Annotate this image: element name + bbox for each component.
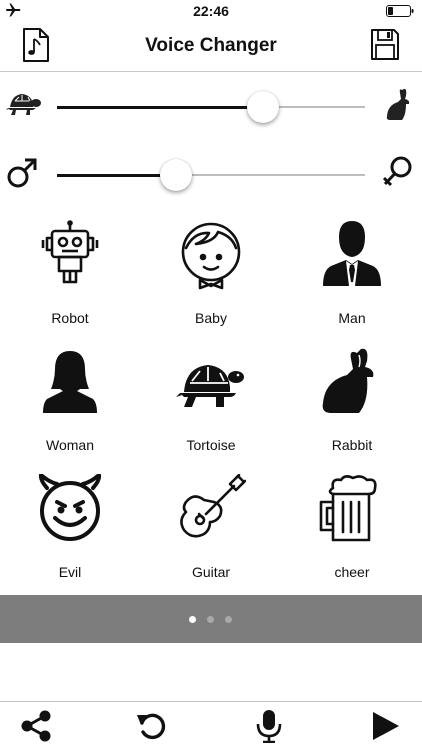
- speed-slider-track[interactable]: [57, 91, 365, 123]
- effects-grid: Robot Baby Man Woman Tortoise Rabbit Evi…: [0, 212, 422, 594]
- bottom-toolbar: [0, 701, 422, 750]
- battery-icon: [386, 5, 414, 17]
- save-icon[interactable]: [370, 28, 400, 61]
- navigation-bar: Voice Changer: [0, 22, 422, 72]
- effect-label: Tortoise: [186, 437, 236, 453]
- effect-guitar[interactable]: Guitar: [141, 466, 281, 593]
- effect-label: Robot: [51, 310, 89, 326]
- speed-slider-row: [0, 83, 422, 131]
- effect-label: Man: [338, 310, 366, 326]
- page-dot-1[interactable]: [189, 616, 196, 623]
- effect-man[interactable]: Man: [282, 212, 422, 339]
- effect-baby[interactable]: Baby: [141, 212, 281, 339]
- rabbit-icon: [322, 348, 374, 413]
- pitch-slider-fill: [57, 173, 176, 177]
- undo-icon[interactable]: [135, 709, 169, 743]
- woman-icon: [43, 351, 97, 413]
- effect-evil[interactable]: Evil: [0, 466, 140, 593]
- speed-slider-fill: [57, 105, 264, 109]
- effect-label: Baby: [195, 310, 227, 326]
- share-icon[interactable]: [19, 709, 53, 743]
- effect-label: Guitar: [191, 564, 231, 580]
- rabbit-icon: [386, 88, 410, 120]
- effect-label: Evil: [58, 564, 82, 580]
- turtle-icon: [6, 94, 41, 115]
- speed-slider-thumb[interactable]: [247, 91, 280, 123]
- status-bar: 22:46: [0, 0, 422, 22]
- effect-woman[interactable]: Woman: [0, 339, 140, 466]
- effect-label: Rabbit: [331, 437, 373, 453]
- female-icon: [382, 156, 412, 187]
- effect-label: cheer: [334, 564, 370, 580]
- beer-icon: [319, 475, 377, 542]
- man-icon: [323, 221, 381, 286]
- status-time: 22:46: [193, 3, 229, 19]
- effect-robot[interactable]: Robot: [0, 212, 140, 339]
- robot-icon: [41, 220, 99, 284]
- devil-icon: [38, 474, 102, 541]
- baby-icon: [181, 222, 241, 290]
- play-icon[interactable]: [368, 709, 402, 743]
- pitch-slider-track[interactable]: [57, 159, 365, 191]
- tortoise-icon: [176, 365, 244, 407]
- pitch-slider-row: [0, 151, 422, 199]
- page-dot-2[interactable]: [207, 616, 214, 623]
- effect-cheer[interactable]: cheer: [282, 466, 422, 593]
- page-dot-3[interactable]: [225, 616, 232, 623]
- guitar-icon: [180, 474, 246, 538]
- effect-tortoise[interactable]: Tortoise: [141, 339, 281, 466]
- male-icon: [7, 158, 37, 188]
- microphone-icon[interactable]: [252, 709, 286, 743]
- page-indicator: [0, 595, 422, 643]
- effect-rabbit[interactable]: Rabbit: [282, 339, 422, 466]
- page-title: Voice Changer: [145, 35, 277, 56]
- effect-label: Woman: [46, 437, 94, 453]
- pitch-slider-thumb[interactable]: [159, 159, 192, 191]
